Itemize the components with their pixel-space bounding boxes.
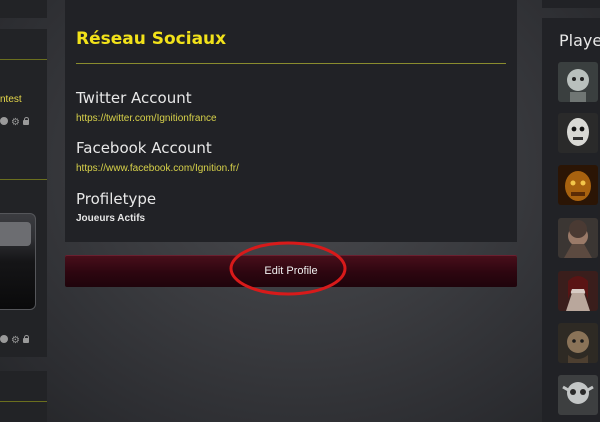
player-avatar[interactable] — [558, 218, 598, 258]
left-widget[interactable] — [0, 213, 36, 310]
facebook-link[interactable]: https://www.facebook.com/Ignition.fr/ — [76, 163, 239, 174]
divider — [0, 59, 47, 60]
profiletype-label: Profiletype — [76, 190, 157, 208]
divider — [0, 179, 47, 180]
twitter-link[interactable]: https://twitter.com/Ignitionfrance — [76, 113, 217, 124]
twitter-label: Twitter Account — [76, 89, 192, 107]
gear-icon[interactable]: ⚙ — [11, 118, 20, 128]
player-avatar[interactable] — [558, 113, 598, 153]
players-title: Playe — [559, 31, 600, 50]
widget-bar — [0, 222, 31, 246]
player-avatar[interactable] — [558, 375, 598, 415]
left-link[interactable]: ntest — [0, 94, 22, 105]
section-title: Réseau Sociaux — [76, 29, 227, 49]
facebook-label: Facebook Account — [76, 139, 212, 157]
info-icon[interactable] — [0, 335, 8, 343]
left-card — [0, 371, 47, 422]
profiletype-value: Joueurs Actifs — [76, 213, 146, 224]
player-avatar[interactable] — [558, 62, 598, 102]
left-card — [0, 0, 47, 18]
left-action-icons: ⚙ — [0, 335, 33, 346]
right-card — [542, 0, 600, 8]
profile-panel: Réseau Sociaux Twitter Account https://t… — [65, 0, 517, 242]
gear-icon[interactable]: ⚙ — [11, 336, 20, 346]
lock-icon[interactable] — [22, 335, 30, 343]
player-avatar[interactable] — [558, 271, 598, 311]
edit-profile-button[interactable]: Edit Profile — [65, 255, 517, 287]
divider — [0, 401, 47, 402]
title-divider — [76, 63, 506, 64]
left-action-icons: ⚙ — [0, 117, 33, 128]
lock-icon[interactable] — [22, 117, 30, 125]
player-avatar[interactable] — [558, 165, 598, 205]
info-icon[interactable] — [0, 117, 8, 125]
player-avatar[interactable] — [558, 323, 598, 363]
